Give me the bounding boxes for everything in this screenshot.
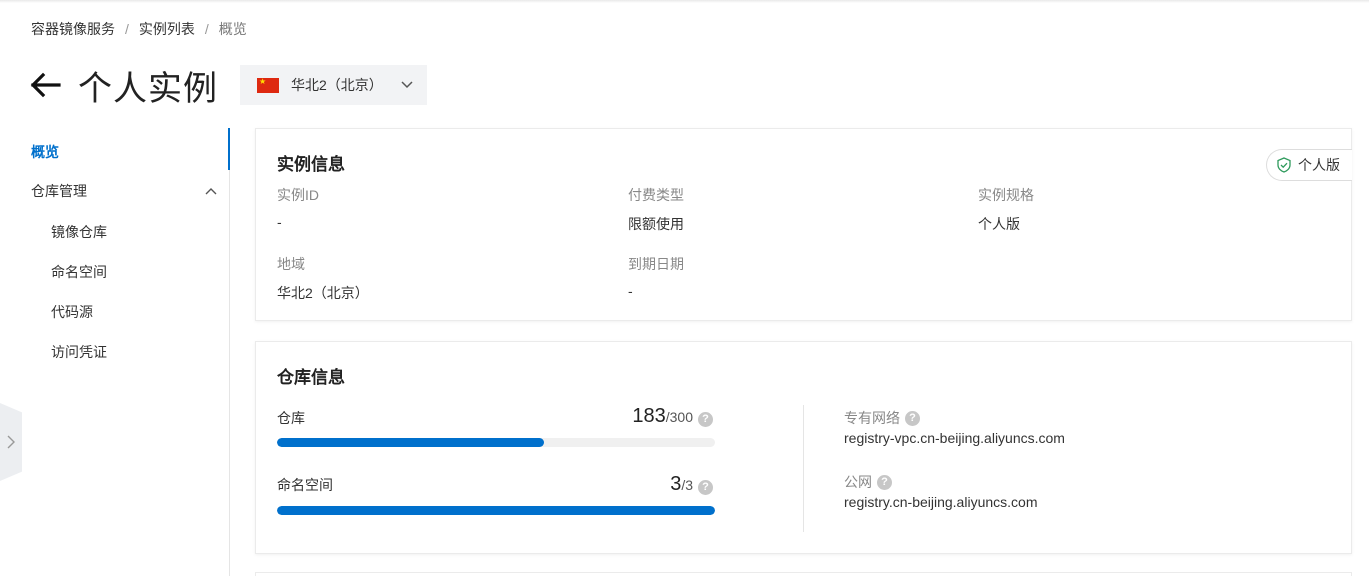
public-endpoint-label: 公网 ? — [844, 472, 892, 492]
repo-info-card: 仓库信息 仓库 183 /300 ? 命名空间 3 /3 ? 专有网络 ? re… — [255, 341, 1352, 554]
shield-check-icon — [1277, 157, 1291, 173]
arrow-left-icon — [30, 72, 61, 98]
field-billing-type: 付费类型 限额使用 — [628, 185, 684, 234]
namespace-usage-bar — [277, 506, 715, 515]
namespace-usage-label: 命名空间 — [277, 477, 333, 493]
question-icon[interactable]: ? — [877, 474, 892, 490]
repo-usage-count: 183 /300 ? — [632, 405, 713, 428]
china-flag-icon: ★ — [257, 77, 279, 93]
sidebar-item-code-source[interactable]: 代码源 — [51, 302, 93, 322]
namespace-usage-total: /3 — [681, 477, 693, 493]
breadcrumb: 容器镜像服务 / 实例列表 / 概览 — [31, 19, 247, 39]
sidebar-item-overview[interactable]: 概览 — [31, 142, 59, 162]
instance-info-title: 实例信息 — [277, 155, 345, 174]
sidebar-group-label: 仓库管理 — [31, 183, 87, 199]
question-icon[interactable]: ? — [698, 480, 713, 495]
vpc-endpoint-label: 专有网络 ? — [844, 408, 920, 428]
repo-usage-bar — [277, 438, 715, 447]
field-value: - — [628, 283, 633, 299]
namespace-usage-count: 3 /3 ? — [670, 473, 713, 496]
field-label: 实例规格 — [978, 187, 1034, 203]
sidebar-item-namespace[interactable]: 命名空间 — [51, 262, 107, 282]
back-button[interactable] — [28, 68, 62, 102]
question-icon[interactable]: ? — [905, 410, 920, 426]
region-selector-label: 华北2（北京） — [291, 77, 383, 93]
field-region: 地域 华北2（北京） — [277, 254, 369, 303]
breadcrumb-item-service[interactable]: 容器镜像服务 — [31, 19, 115, 39]
namespace-usage-used: 3 — [670, 473, 682, 495]
chevron-up-icon — [205, 188, 217, 195]
sidebar-expand-handle[interactable] — [0, 403, 22, 481]
edition-badge: 个人版 — [1266, 149, 1352, 181]
instance-info-card: 实例信息 个人版 实例ID - 付费类型 限额使用 实例规格 个人版 地域 华北… — [255, 128, 1352, 321]
namespace-usage-bar-fill — [277, 506, 715, 515]
repo-info-title: 仓库信息 — [277, 368, 345, 387]
sidebar-group-repo-management[interactable]: 仓库管理 — [31, 181, 217, 201]
field-value: 个人版 — [978, 216, 1020, 232]
field-label: 付费类型 — [628, 187, 684, 203]
field-label: 地域 — [277, 256, 305, 272]
field-value: 华北2（北京） — [277, 285, 369, 301]
field-label: 到期日期 — [628, 256, 684, 272]
field-value: - — [277, 214, 282, 230]
field-value: 限额使用 — [628, 216, 684, 232]
sidebar-item-access-credentials[interactable]: 访问凭证 — [51, 342, 107, 362]
field-expiry: 到期日期 - — [628, 254, 684, 299]
next-card — [255, 572, 1352, 576]
sidebar-item-image-repo[interactable]: 镜像仓库 — [51, 222, 107, 242]
sidebar: 概览 仓库管理 镜像仓库 命名空间 代码源 访问凭证 — [0, 128, 230, 576]
sidebar-active-indicator — [228, 128, 230, 170]
breadcrumb-item-current: 概览 — [218, 21, 247, 37]
region-selector[interactable]: ★ 华北2（北京） — [240, 65, 427, 105]
breadcrumb-separator: / — [204, 21, 209, 37]
field-label: 实例ID — [277, 187, 319, 203]
public-endpoint-label-text: 公网 — [844, 474, 872, 490]
edition-badge-label: 个人版 — [1298, 157, 1340, 173]
top-shadow — [0, 0, 1369, 3]
chevron-down-icon — [401, 81, 413, 89]
section-divider — [803, 405, 804, 532]
repo-usage-total: /300 — [665, 409, 693, 425]
repo-usage-label: 仓库 — [277, 410, 305, 426]
breadcrumb-item-instance-list[interactable]: 实例列表 — [139, 19, 195, 39]
vpc-endpoint-value: registry-vpc.cn-beijing.aliyuncs.com — [844, 430, 1065, 446]
repo-usage-bar-fill — [277, 438, 545, 447]
public-endpoint-value: registry.cn-beijing.aliyuncs.com — [844, 494, 1038, 510]
field-instance-id: 实例ID - — [277, 185, 319, 230]
chevron-right-icon — [7, 435, 15, 449]
breadcrumb-separator: / — [125, 21, 129, 37]
repo-usage-used: 183 — [632, 405, 666, 427]
field-spec: 实例规格 个人版 — [978, 185, 1034, 234]
page-title: 个人实例 — [78, 68, 218, 109]
question-icon[interactable]: ? — [698, 412, 713, 427]
title-row: 个人实例 — [28, 65, 218, 109]
vpc-endpoint-label-text: 专有网络 — [844, 410, 900, 426]
